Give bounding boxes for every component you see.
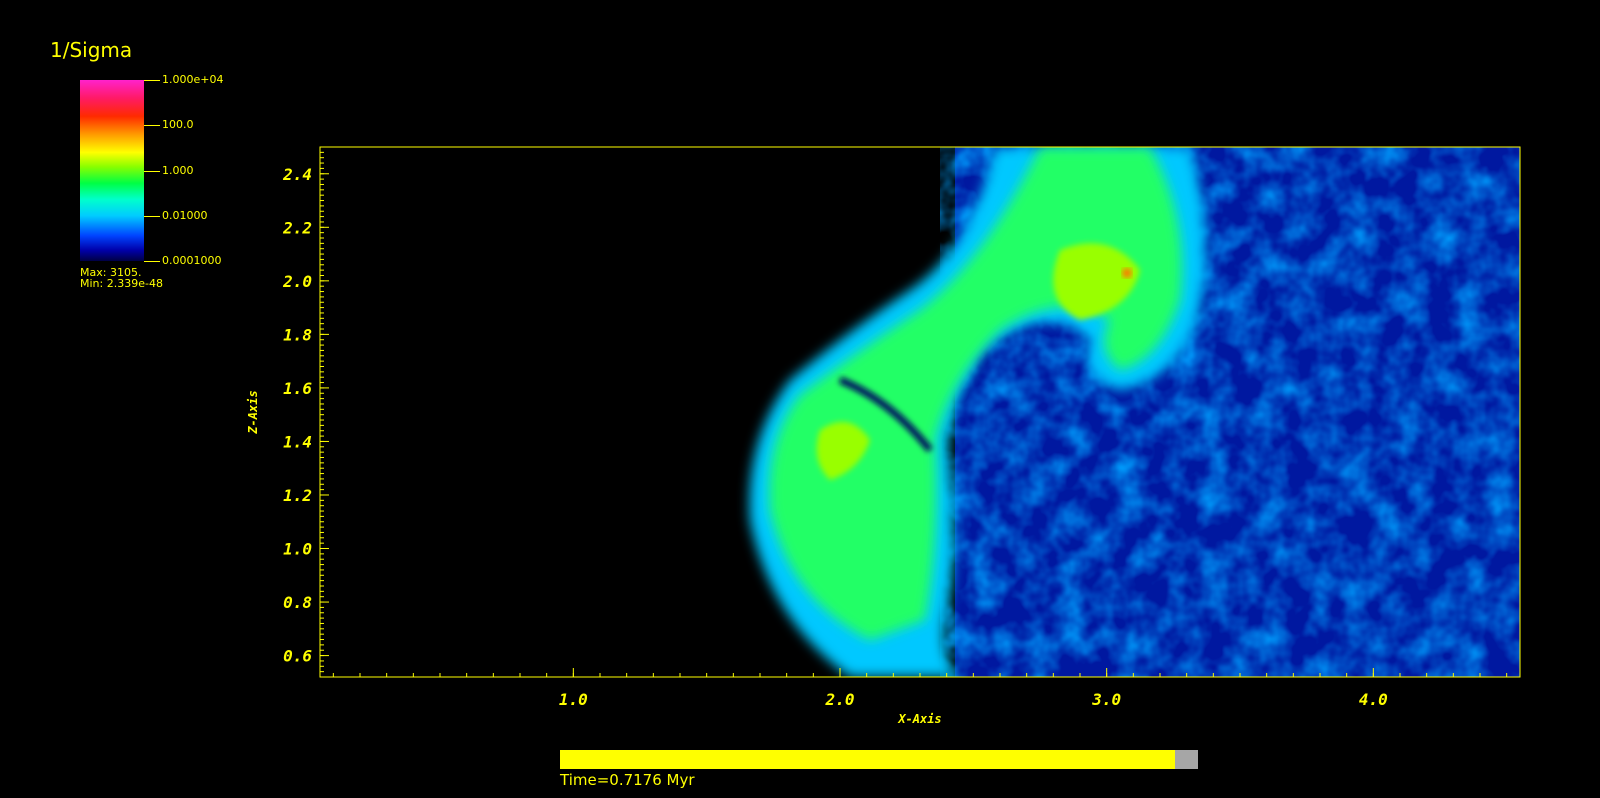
y-tick-label: 0.8 bbox=[283, 593, 312, 612]
y-tick-label: 1.6 bbox=[283, 379, 312, 398]
y-tick-label: 2.4 bbox=[282, 165, 312, 184]
y-tick-label: 1.8 bbox=[283, 325, 312, 344]
y-tick-label: 2.0 bbox=[282, 272, 312, 291]
time-progress-bar bbox=[560, 750, 1198, 769]
y-tick-label: 2.2 bbox=[282, 218, 312, 237]
y-tick-label: 1.4 bbox=[283, 432, 312, 451]
x-tick-label: 2.0 bbox=[825, 690, 855, 709]
x-tick-label: 4.0 bbox=[1359, 690, 1388, 709]
x-tick-label: 1.0 bbox=[559, 690, 588, 709]
x-tick-label: 3.0 bbox=[1091, 690, 1121, 709]
x-axis-title: X-Axis bbox=[897, 712, 941, 726]
y-tick-label: 1.0 bbox=[283, 540, 312, 559]
time-label: Time=0.7176 Myr bbox=[560, 771, 695, 789]
plume-peak bbox=[1122, 268, 1132, 278]
time-progress-fill bbox=[560, 750, 1176, 769]
y-axis-title: Z-Axis bbox=[246, 390, 260, 434]
y-tick-label: 0.6 bbox=[283, 647, 312, 666]
y-tick-label: 1.2 bbox=[283, 486, 312, 505]
plot-area: 1.0 2.0 3.0 4.0 2.4 2.2 2.0 1.8 1.6 1.4 1.2 1.0 0.8… bbox=[246, 146, 1521, 726]
